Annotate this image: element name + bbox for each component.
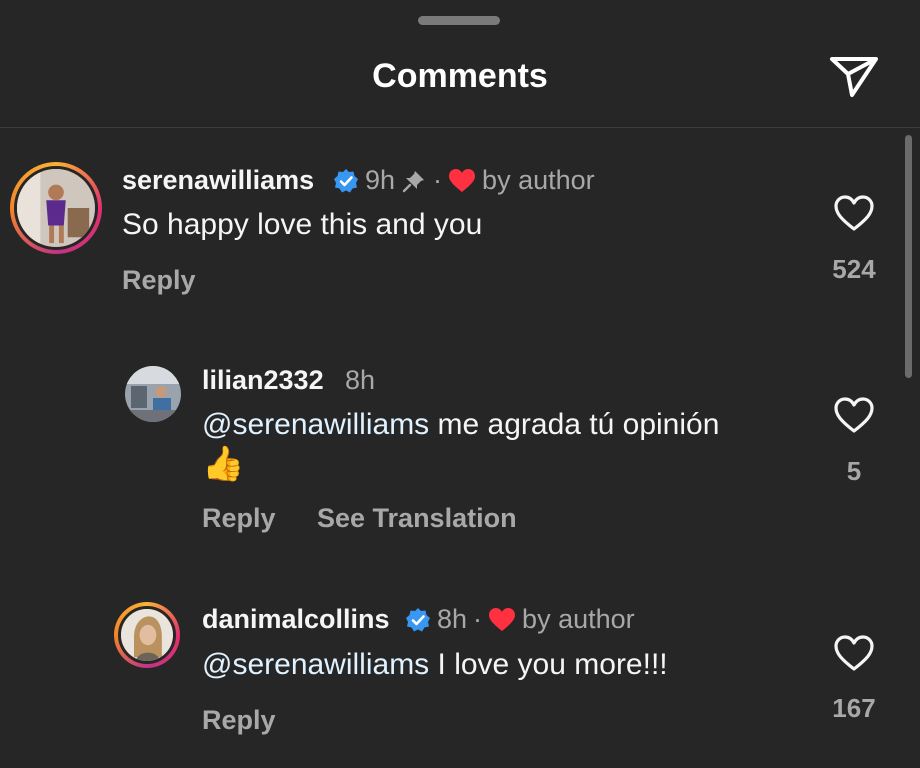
comment-username[interactable]: lilian2332 (202, 365, 324, 396)
comment-username[interactable]: danimalcollins (202, 604, 390, 635)
comment-text-content: I love you more!!! (429, 648, 668, 681)
page-title: Comments (372, 57, 548, 95)
comment-meta: 8h (345, 365, 375, 396)
author-heart-icon (449, 168, 476, 192)
like-count: 5 (846, 456, 862, 486)
avatar-photo (17, 169, 95, 247)
comment-meta: 8h · by author (405, 604, 635, 635)
see-translation-button[interactable]: See Translation (317, 503, 517, 534)
mention-link[interactable]: @serenawilliams (202, 648, 429, 681)
reply-button[interactable]: Reply (122, 265, 196, 296)
paper-plane-icon[interactable] (826, 52, 882, 100)
heart-outline-icon[interactable] (833, 396, 875, 434)
comment-text-content: me agrada tú opinión (429, 408, 720, 441)
separator-dot: · (433, 165, 443, 195)
comment-text: So happy love this and you (122, 208, 483, 241)
reply-button[interactable]: Reply (202, 705, 276, 736)
avatar[interactable] (114, 602, 180, 668)
reply-button[interactable]: Reply (202, 503, 276, 534)
author-heart-icon (489, 607, 516, 631)
avatar-photo (125, 366, 181, 422)
comment-text: @serenawilliams I love you more!!! (202, 648, 668, 682)
comment-username[interactable]: serenawilliams (122, 165, 314, 196)
comment-time: 9h (365, 165, 396, 195)
avatar[interactable] (125, 366, 181, 422)
comment-time: 8h (437, 604, 468, 634)
liked-by-author-label: by author (482, 165, 595, 195)
verified-badge-icon (334, 168, 358, 192)
liked-by-author-label: by author (522, 604, 635, 634)
comment-text: @serenawilliams me agrada tú opinión (202, 408, 719, 442)
thumbs-up-emoji: 👍 (202, 445, 245, 483)
pin-icon (402, 170, 425, 192)
header-divider (0, 127, 920, 128)
like-count: 167 (832, 693, 876, 723)
scrollbar[interactable] (905, 135, 912, 378)
comment-meta: 9h · by author (333, 165, 595, 196)
comment-time: 8h (345, 365, 376, 395)
separator-dot: · (473, 604, 483, 634)
heart-outline-icon[interactable] (833, 634, 875, 672)
avatar[interactable] (10, 162, 102, 254)
verified-badge-icon (406, 607, 430, 631)
like-count: 524 (832, 254, 876, 284)
avatar-photo (121, 609, 173, 661)
drag-handle[interactable] (418, 16, 500, 25)
mention-link[interactable]: @serenawilliams (202, 408, 429, 441)
heart-outline-icon[interactable] (833, 194, 875, 232)
